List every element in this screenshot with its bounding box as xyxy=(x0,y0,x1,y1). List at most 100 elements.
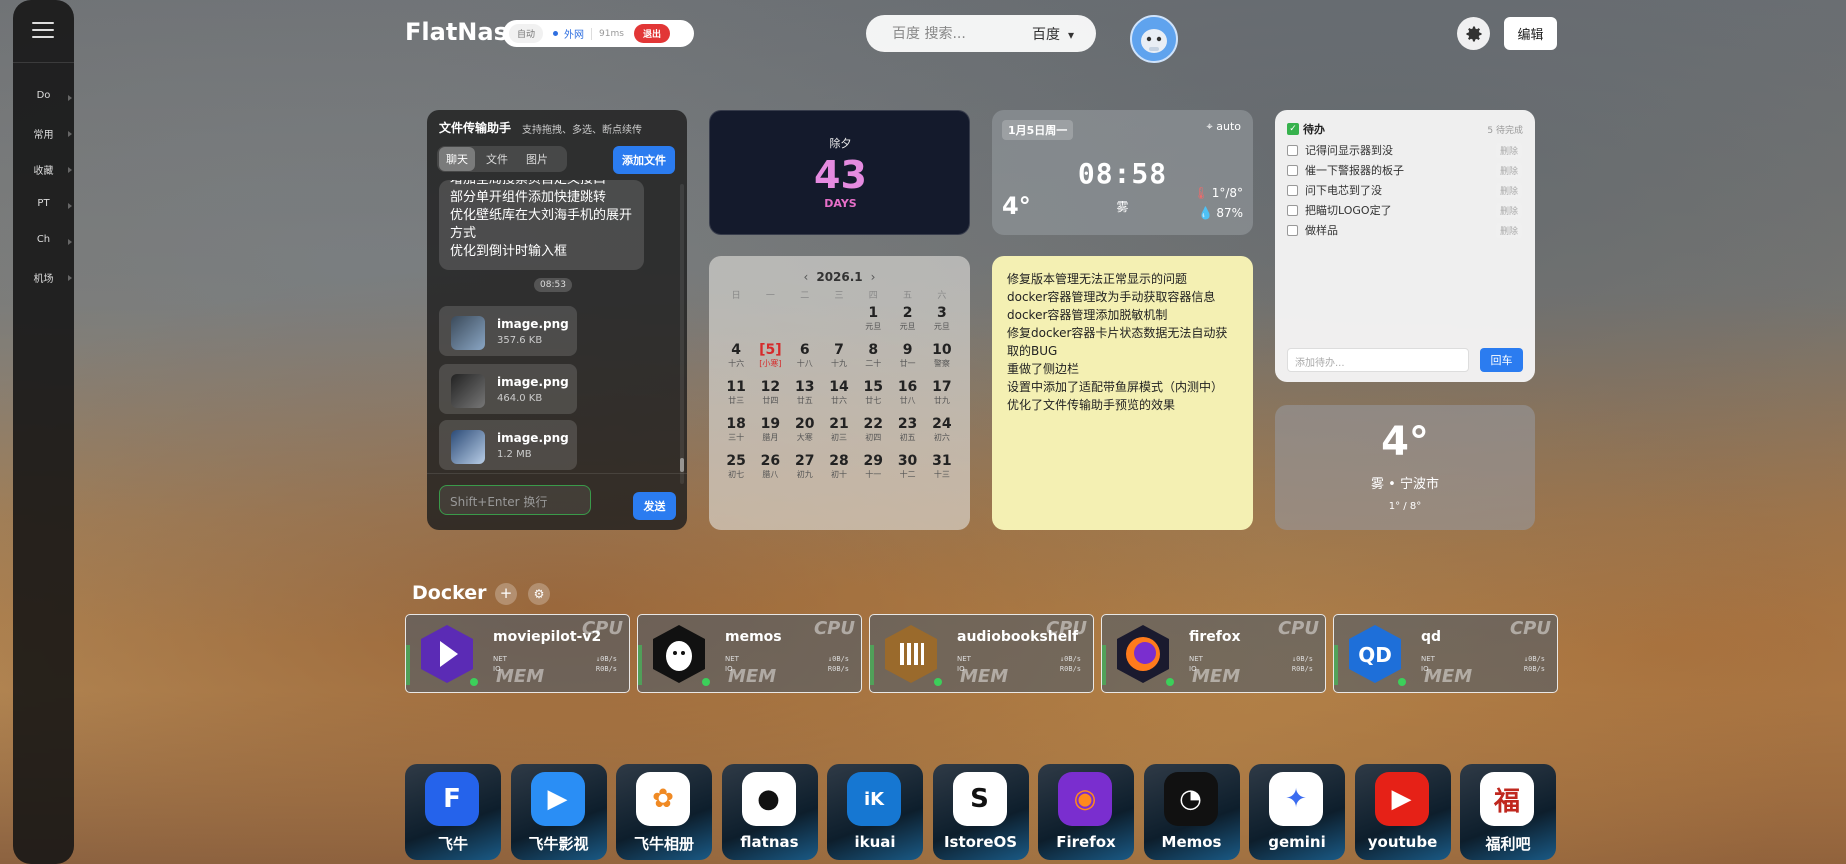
tab-files[interactable]: 文件 xyxy=(479,147,515,171)
calendar-day[interactable]: 23 初五 xyxy=(890,415,924,452)
calendar-day[interactable]: 15 廿七 xyxy=(856,378,890,415)
docker-card-moviepilot-v2[interactable]: moviepilot-v2 CPU NET IO ↓0B/s R0B/s MEM xyxy=(405,614,630,693)
calendar-day[interactable]: 28 初十 xyxy=(822,452,856,489)
chevron-left-icon[interactable]: ‹ xyxy=(804,270,809,284)
docker-card-qd[interactable]: QD qd CPU NET IO ↓0B/s R0B/s MEM xyxy=(1333,614,1558,693)
edit-button[interactable]: 编辑 xyxy=(1504,17,1557,50)
menu-icon[interactable] xyxy=(32,22,54,40)
calendar-day[interactable]: 14 廿六 xyxy=(822,378,856,415)
app-youtube[interactable]: ▶ youtube xyxy=(1354,764,1451,860)
file-size: 357.6 KB xyxy=(497,335,543,346)
send-button[interactable]: 发送 xyxy=(633,492,676,520)
todo-delete-button[interactable]: 删除 xyxy=(1495,222,1522,238)
todo-input[interactable]: 添加待办... xyxy=(1287,348,1469,372)
network-mode[interactable]: 外网 xyxy=(553,26,584,41)
calendar-day[interactable]: 18 三十 xyxy=(719,415,753,452)
image-thumbnail xyxy=(451,316,485,350)
firefox-icon xyxy=(1114,623,1172,685)
calendar-day[interactable]: 25 初七 xyxy=(719,452,753,489)
running-status-icon xyxy=(934,678,942,686)
calendar-day[interactable]: 24 初六 xyxy=(925,415,959,452)
calendar-day[interactable]: 19 腊月 xyxy=(753,415,787,452)
audiobookshelf-icon xyxy=(882,623,940,685)
sidebar-item-do[interactable]: Do xyxy=(13,90,74,101)
app-ikuai[interactable]: iK ikuai xyxy=(827,764,923,860)
tab-chat[interactable]: 聊天 xyxy=(439,147,475,171)
calendar-day[interactable]: 17 廿九 xyxy=(925,378,959,415)
calendar-day[interactable]: 1 元旦 xyxy=(856,304,890,341)
calendar-lunar-label: 十二 xyxy=(899,470,916,479)
todo-delete-button[interactable]: 删除 xyxy=(1495,182,1522,198)
calendar-day[interactable]: 21 初三 xyxy=(822,415,856,452)
note-widget[interactable]: 修复版本管理无法正常显示的问题 docker容器管理改为手动获取容器信息 docke… xyxy=(992,256,1253,530)
calendar-day[interactable]: 20 大寒 xyxy=(788,415,822,452)
todo-delete-button[interactable]: 删除 xyxy=(1495,162,1522,178)
file-item[interactable]: image.png 357.6 KB xyxy=(439,306,577,356)
app-IstoreOS[interactable]: S IstoreOS xyxy=(932,764,1029,860)
calendar-day[interactable]: 6 十八 xyxy=(788,341,822,378)
app-label: Memos xyxy=(1161,833,1222,851)
todo-checkbox[interactable] xyxy=(1287,144,1298,156)
app-飞牛[interactable]: F 飞牛 xyxy=(405,764,501,860)
todo-checkbox[interactable] xyxy=(1287,204,1298,216)
todo-checkbox[interactable] xyxy=(1287,184,1298,196)
chevron-right-icon[interactable]: › xyxy=(871,270,876,284)
calendar-day[interactable]: 4 十六 xyxy=(719,341,753,378)
app-Memos[interactable]: ◔ Memos xyxy=(1143,764,1240,860)
tab-images[interactable]: 图片 xyxy=(519,147,555,171)
app-gemini[interactable]: ✦ gemini xyxy=(1249,764,1345,860)
docker-card-audiobookshelf[interactable]: audiobookshelf CPU NET IO ↓0B/s R0B/s MEM xyxy=(869,614,1094,693)
todo-checkbox[interactable] xyxy=(1287,164,1298,176)
todo-checkbox[interactable] xyxy=(1287,224,1298,236)
docker-settings-button[interactable]: ⚙ xyxy=(528,583,550,605)
calendar-day[interactable]: 8 二十 xyxy=(856,341,890,378)
calendar-day[interactable]: 10 警察 xyxy=(925,341,959,378)
app-飞牛影视[interactable]: ▶ 飞牛影视 xyxy=(510,764,607,860)
clock-weather-widget: 1月5日周一 ⌖ auto 08:58 4° 雾 🌡 1°/8° 💧 87% xyxy=(992,110,1253,235)
docker-card-memos[interactable]: memos CPU NET IO ↓0B/s R0B/s MEM xyxy=(637,614,862,693)
calendar-day[interactable]: 12 廿四 xyxy=(753,378,787,415)
clock-humidity: 💧 87% xyxy=(1198,206,1243,220)
calendar-day[interactable]: 30 十二 xyxy=(890,452,924,489)
todo-submit-button[interactable]: 回车 xyxy=(1480,348,1523,372)
app-飞牛相册[interactable]: ✿ 飞牛相册 xyxy=(616,764,712,860)
io-value: R0B/s xyxy=(1291,665,1313,673)
calendar-day[interactable]: 27 初九 xyxy=(788,452,822,489)
sidebar-item-favorites[interactable]: 收藏 xyxy=(13,162,74,177)
logout-button[interactable]: 退出 xyxy=(633,24,670,43)
calendar-day[interactable]: 11 廿三 xyxy=(719,378,753,415)
sidebar-item-common[interactable]: 常用 xyxy=(13,126,74,141)
avatar[interactable] xyxy=(1130,15,1178,63)
todo-delete-button[interactable]: 删除 xyxy=(1495,142,1522,158)
chat-scrollbar[interactable] xyxy=(680,184,684,484)
sidebar-item-airport[interactable]: 机场 xyxy=(13,270,74,285)
calendar-day[interactable]: 2 元旦 xyxy=(890,304,924,341)
calendar-day[interactable]: 29 十一 xyxy=(856,452,890,489)
sidebar-item-ch[interactable]: Ch xyxy=(13,234,74,245)
calendar-day[interactable]: 9 廿一 xyxy=(890,341,924,378)
app-福利吧[interactable]: 福福利吧 xyxy=(1460,764,1556,860)
app-label: 飞牛相册 xyxy=(633,835,694,853)
app-Firefox[interactable]: ◉ Firefox xyxy=(1038,764,1134,860)
calendar-day[interactable]: 16 廿八 xyxy=(890,378,924,415)
calendar-day[interactable]: 3 元旦 xyxy=(925,304,959,341)
calendar-day[interactable]: 7 十九 xyxy=(822,341,856,378)
message-input[interactable]: Shift+Enter 换行 xyxy=(439,485,591,515)
docker-card-firefox[interactable]: firefox CPU NET IO ↓0B/s R0B/s MEM xyxy=(1101,614,1326,693)
file-item[interactable]: image.png 1.2 MB xyxy=(439,420,577,470)
search-engine-select[interactable]: 百度 xyxy=(1032,24,1074,44)
sidebar-item-pt[interactable]: PT xyxy=(13,198,74,209)
calendar-day[interactable]: 26 腊八 xyxy=(753,452,787,489)
auto-toggle[interactable]: 自动 xyxy=(509,24,544,43)
app-flatnas[interactable]: ● flatnas xyxy=(721,764,818,860)
file-item[interactable]: image.png 464.0 KB xyxy=(439,364,577,414)
settings-button[interactable] xyxy=(1457,17,1490,50)
todo-delete-button[interactable]: 删除 xyxy=(1495,202,1522,218)
calendar-day[interactable]: 31 十三 xyxy=(925,452,959,489)
search-input[interactable] xyxy=(892,25,1022,42)
calendar-day-today[interactable]: [5] [小寒] xyxy=(753,341,787,378)
add-file-button[interactable]: 添加文件 xyxy=(613,146,675,174)
calendar-day[interactable]: 22 初四 xyxy=(856,415,890,452)
calendar-day[interactable]: 13 廿五 xyxy=(788,378,822,415)
docker-add-button[interactable]: + xyxy=(495,583,517,605)
